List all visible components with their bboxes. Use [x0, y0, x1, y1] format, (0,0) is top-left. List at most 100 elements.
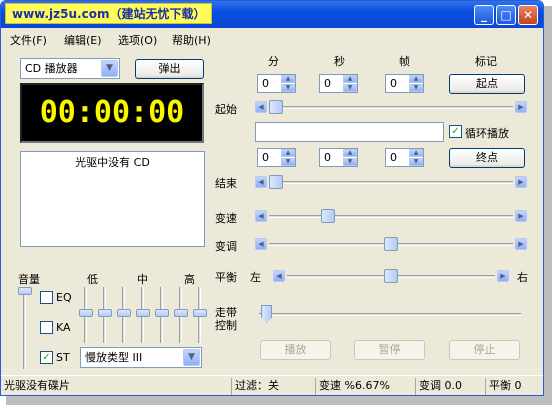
menu-edit[interactable]: 编辑(E) — [64, 32, 102, 48]
balance-left-label: 左 — [250, 271, 261, 284]
end-slider-thumb[interactable] — [269, 175, 283, 189]
slowdown-type-value: 慢放类型 III — [85, 351, 143, 364]
spin-up-icon[interactable]: ▲ — [281, 75, 295, 83]
start-frames-value: 0 — [390, 77, 397, 90]
main-window: www.jz5u.com（建站无忧下载） _ □ ✕ 文件(F) 编辑(E) 选… — [0, 0, 544, 396]
start-slider[interactable]: ◀ ▶ — [255, 100, 527, 114]
spin-up-icon[interactable]: ▲ — [409, 149, 423, 157]
slowdown-type-select[interactable]: 慢放类型 III ▼ — [80, 347, 202, 368]
ka-checkbox-label: KA — [56, 321, 71, 334]
balance-label: 平衡 — [215, 271, 237, 284]
eq-band-2-thumb[interactable] — [98, 309, 112, 317]
pitch-slider-thumb[interactable] — [384, 237, 398, 251]
spin-down-icon[interactable]: ▼ — [409, 158, 423, 166]
eq-checkbox[interactable] — [40, 291, 53, 304]
spin-down-icon[interactable]: ▼ — [409, 84, 423, 92]
eq-band-3-thumb[interactable] — [117, 309, 131, 317]
balance-right-label: 右 — [517, 271, 528, 284]
pitch-slider[interactable]: ◀ ▶ — [255, 237, 527, 251]
menu-options[interactable]: 选项(O) — [118, 32, 157, 48]
loop-checkbox[interactable]: ✓ — [449, 125, 462, 138]
tape-control-slider[interactable] — [259, 303, 521, 323]
eq-band-7-thumb[interactable] — [193, 309, 207, 317]
eq-band-5-thumb[interactable] — [155, 309, 169, 317]
maximize-button[interactable]: □ — [496, 5, 516, 25]
status-pitch: 变调 0.0 — [415, 378, 485, 395]
end-seconds-spinner[interactable]: 0 ▲ ▼ — [319, 148, 358, 167]
arrow-right-icon[interactable]: ▶ — [515, 176, 527, 188]
arrow-left-icon[interactable]: ◀ — [255, 210, 267, 222]
window-title: www.jz5u.com（建站无忧下载） — [5, 3, 213, 24]
menu-help[interactable]: 帮助(H) — [172, 32, 211, 48]
end-minutes-spinner[interactable]: 0 ▲ ▼ — [257, 148, 296, 167]
spin-up-icon[interactable]: ▲ — [343, 75, 357, 83]
time-display: 00:00:00 — [20, 83, 204, 143]
arrow-right-icon[interactable]: ▶ — [515, 238, 527, 250]
st-checkbox-label: ST — [56, 351, 70, 364]
status-filter: 过滤：关 — [231, 378, 311, 395]
eq-band-5-slider[interactable] — [155, 287, 169, 343]
eq-band-6-slider[interactable] — [174, 287, 188, 343]
arrow-left-icon[interactable]: ◀ — [255, 238, 267, 250]
arrow-right-icon[interactable]: ▶ — [515, 210, 527, 222]
balance-slider[interactable]: ◀ ▶ — [273, 269, 509, 283]
start-frames-spinner[interactable]: 0 ▲ ▼ — [385, 74, 424, 93]
eq-band-4-slider[interactable] — [136, 287, 150, 343]
eq-mid-label: 中 — [137, 273, 148, 286]
menu-file[interactable]: 文件(F) — [10, 32, 47, 48]
start-slider-thumb[interactable] — [269, 100, 283, 114]
eq-band-4-thumb[interactable] — [136, 309, 150, 317]
eq-band-1-thumb[interactable] — [79, 309, 93, 317]
stop-button[interactable]: 停止 — [449, 340, 520, 360]
start-minutes-spinner[interactable]: 0 ▲ ▼ — [257, 74, 296, 93]
speed-slider[interactable]: ◀ ▶ — [255, 209, 527, 223]
ka-checkbox[interactable] — [40, 321, 53, 334]
title-bar[interactable]: www.jz5u.com（建站无忧下载） _ □ ✕ — [1, 1, 543, 28]
status-bar: 光驱没有碟片 过滤：关 变速 %6.67% 变调 0.0 平衡 0 — [1, 375, 543, 395]
end-slider[interactable]: ◀ ▶ — [255, 175, 527, 189]
loop-label: 循环播放 — [465, 127, 509, 140]
end-point-button[interactable]: 终点 — [449, 148, 525, 168]
close-button[interactable]: ✕ — [518, 5, 538, 25]
speed-slider-thumb[interactable] — [321, 209, 335, 223]
balance-slider-thumb[interactable] — [384, 269, 398, 283]
player-mode-select[interactable]: CD 播放器 ▼ — [20, 58, 120, 79]
eq-low-label: 低 — [87, 273, 98, 286]
arrow-right-icon[interactable]: ▶ — [515, 101, 527, 113]
eject-button[interactable]: 弹出 — [135, 59, 204, 79]
seconds-header: 秒 — [334, 55, 345, 68]
minimize-button[interactable]: _ — [474, 5, 494, 25]
arrow-left-icon[interactable]: ◀ — [273, 270, 285, 282]
spin-down-icon[interactable]: ▼ — [343, 84, 357, 92]
spin-down-icon[interactable]: ▼ — [343, 158, 357, 166]
st-checkbox[interactable]: ✓ — [40, 351, 53, 364]
volume-label: 音量 — [18, 273, 40, 286]
eq-band-1-slider[interactable] — [79, 287, 93, 343]
tape-control-thumb[interactable] — [261, 305, 272, 323]
spin-up-icon[interactable]: ▲ — [343, 149, 357, 157]
start-seconds-value: 0 — [324, 77, 331, 90]
end-label: 结束 — [215, 177, 237, 190]
eq-band-7-slider[interactable] — [193, 287, 207, 343]
position-text-field[interactable] — [255, 122, 444, 142]
pause-button[interactable]: 暂停 — [354, 340, 425, 360]
volume-slider-thumb[interactable] — [18, 287, 32, 295]
arrow-right-icon[interactable]: ▶ — [497, 270, 509, 282]
eq-band-2-slider[interactable] — [98, 287, 112, 343]
arrow-left-icon[interactable]: ◀ — [255, 176, 267, 188]
spin-down-icon[interactable]: ▼ — [281, 158, 295, 166]
spin-down-icon[interactable]: ▼ — [281, 84, 295, 92]
eq-band-3-slider[interactable] — [117, 287, 131, 343]
spin-up-icon[interactable]: ▲ — [281, 149, 295, 157]
menu-bar: 文件(F) 编辑(E) 选项(O) 帮助(H) — [1, 29, 543, 49]
spin-up-icon[interactable]: ▲ — [409, 75, 423, 83]
end-frames-spinner[interactable]: 0 ▲ ▼ — [385, 148, 424, 167]
eq-high-label: 高 — [184, 273, 195, 286]
play-button[interactable]: 播放 — [260, 340, 331, 360]
volume-slider[interactable] — [18, 287, 32, 369]
start-point-button[interactable]: 起点 — [449, 74, 525, 94]
eq-band-6-thumb[interactable] — [174, 309, 188, 317]
arrow-left-icon[interactable]: ◀ — [255, 101, 267, 113]
end-frames-value: 0 — [390, 151, 397, 164]
start-seconds-spinner[interactable]: 0 ▲ ▼ — [319, 74, 358, 93]
